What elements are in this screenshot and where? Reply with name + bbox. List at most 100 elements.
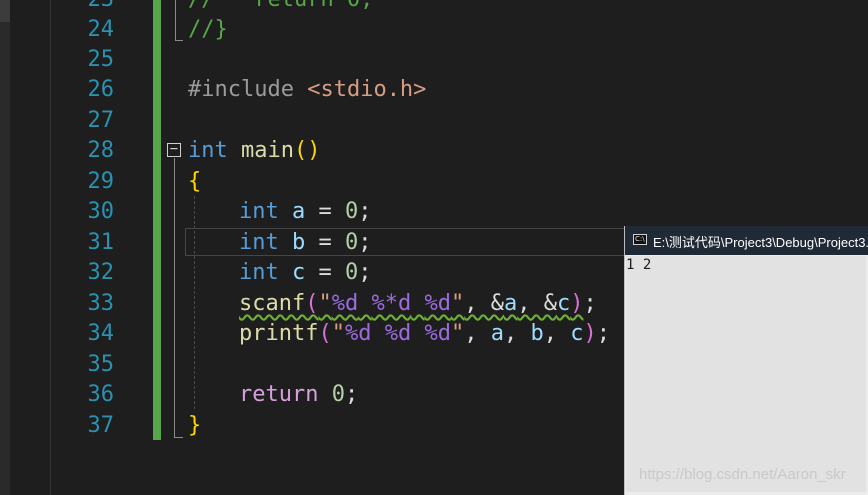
code-line-31[interactable]: int b = 0;	[239, 228, 372, 258]
console-app-icon: C:\	[633, 234, 647, 245]
semicolon: ;	[358, 260, 372, 285]
string-quote: "	[331, 321, 345, 346]
line-number: 24	[87, 17, 115, 42]
format-specifier: %d	[344, 321, 372, 346]
line-number: 28	[87, 138, 115, 163]
type-keyword: int	[239, 230, 279, 255]
close-paren: )	[583, 321, 597, 346]
line-number: 33	[87, 291, 115, 316]
code-line-23[interactable]: // return 0;	[188, 0, 373, 15]
function-call: scanf	[239, 291, 306, 316]
close-paren: )	[307, 138, 321, 163]
separator: ,	[464, 321, 491, 346]
comment: //}	[188, 17, 228, 42]
close-paren: )	[570, 291, 584, 316]
variable: a	[503, 291, 518, 316]
margin-marker	[0, 0, 10, 22]
comment: // return 0;	[188, 0, 373, 12]
console-title: E:\测试代码\Project3\Debug\Project3.	[653, 235, 868, 250]
semicolon: ;	[583, 291, 597, 316]
variable: c	[556, 291, 571, 316]
code-line-37[interactable]: }	[188, 411, 201, 441]
editor-left-margin	[0, 0, 10, 495]
scanf-warning-underline[interactable]: scanf("%d %*d %d", &a, &c)	[239, 291, 583, 316]
open-brace: {	[188, 169, 202, 194]
console-title-bar[interactable]: C:\ E:\测试代码\Project3\Debug\Project3.	[625, 226, 868, 255]
format-specifier: %d	[384, 321, 412, 346]
watermark: https://blog.csdn.net/Aaron_skr	[639, 466, 846, 483]
outline-line	[175, 0, 176, 40]
separator: ,	[543, 321, 571, 346]
line-number: 25	[87, 47, 115, 72]
code-line-26[interactable]: #include <stdio.h>	[188, 75, 426, 105]
semicolon: ;	[596, 321, 610, 346]
type-keyword: int	[239, 260, 279, 285]
collapse-icon[interactable]: −	[167, 142, 181, 157]
close-brace: }	[188, 413, 202, 438]
change-tracking-bar	[153, 0, 161, 440]
string-space	[411, 321, 424, 346]
margin-separator	[50, 0, 51, 495]
outline-line-end	[175, 40, 183, 41]
include-header: <stdio.h>	[307, 77, 427, 102]
console-window[interactable]: C:\ E:\测试代码\Project3\Debug\Project3. 1 2	[624, 226, 868, 495]
console-icon-text: C:\	[635, 235, 645, 243]
format-specifier: %*d	[371, 291, 412, 316]
open-paren: (	[318, 321, 332, 346]
format-specifier: %d	[331, 291, 359, 316]
line-number: 27	[87, 108, 115, 133]
line-number: 31	[87, 230, 115, 255]
semicolon: ;	[358, 230, 372, 255]
return-keyword: return	[239, 382, 319, 407]
console-output-text: 1 2	[626, 257, 652, 273]
string-quote: "	[318, 291, 332, 316]
code-line-33[interactable]: scanf("%d %*d %d", &a, &c);	[239, 289, 597, 319]
operator: =	[305, 260, 345, 285]
code-line-36[interactable]: return 0;	[239, 380, 358, 410]
semicolon: ;	[358, 199, 372, 224]
number: 0	[345, 199, 359, 224]
line-number: 36	[87, 382, 115, 407]
open-paren: (	[293, 138, 308, 163]
format-specifier: %d	[424, 321, 451, 346]
code-line-34[interactable]: printf("%d %d %d", a, b, c);	[239, 319, 610, 349]
code-line-32[interactable]: int c = 0;	[239, 258, 372, 288]
separator: , &	[517, 291, 557, 316]
line-number: 37	[87, 413, 115, 438]
variable: a	[490, 321, 504, 346]
string-space	[411, 291, 424, 316]
code-line-24[interactable]: //}	[188, 15, 228, 45]
string-quote: "	[450, 321, 465, 346]
line-number: 30	[87, 199, 115, 224]
function-call: printf	[239, 321, 319, 346]
string-space	[358, 291, 371, 316]
separator: , &	[464, 291, 504, 316]
variable: c	[570, 321, 584, 346]
number: 0	[345, 260, 359, 285]
type-keyword: int	[239, 199, 279, 224]
code-line-28[interactable]: int main()	[188, 136, 320, 166]
separator: ,	[503, 321, 531, 346]
function-name: main	[241, 138, 294, 163]
type-keyword: int	[188, 138, 228, 163]
line-number: 29	[87, 169, 115, 194]
format-specifier: %d	[424, 291, 451, 316]
semicolon: ;	[344, 382, 359, 407]
code-line-29[interactable]: {	[188, 167, 201, 197]
code-line-30[interactable]: int a = 0;	[239, 197, 372, 227]
operator: =	[305, 199, 345, 224]
string-space	[371, 321, 384, 346]
line-number: 23	[60, 0, 115, 15]
variable: b	[292, 230, 306, 255]
line-number: 26	[87, 77, 115, 102]
line-number: 32	[87, 260, 115, 285]
console-output-area[interactable]: 1 2	[626, 256, 866, 492]
variable: b	[530, 321, 544, 346]
variable: a	[292, 199, 306, 224]
variable: c	[292, 260, 306, 285]
outline-line-end	[174, 437, 183, 438]
number: 0	[331, 382, 345, 407]
number: 0	[345, 230, 359, 255]
open-paren: (	[305, 291, 319, 316]
